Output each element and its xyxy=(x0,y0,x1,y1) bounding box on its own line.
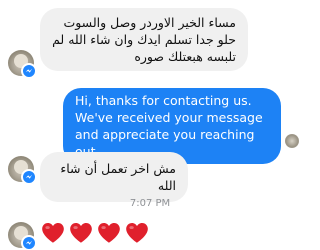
contact-avatar[interactable] xyxy=(8,156,37,185)
messenger-badge-icon xyxy=(21,63,37,79)
messenger-badge-icon xyxy=(21,235,37,250)
red-heart-icon xyxy=(70,223,92,243)
contact-avatar[interactable] xyxy=(8,222,37,250)
message-timestamp: 7:07 PM xyxy=(129,198,171,209)
incoming-message-bubble[interactable]: مساء الخير الاوردر وصل والسوت حلو جدا تس… xyxy=(40,8,248,71)
seen-receipt-avatar xyxy=(285,134,299,148)
red-heart-icon xyxy=(126,223,148,243)
contact-avatar[interactable] xyxy=(8,50,37,79)
message-thread: مساء الخير الاوردر وصل والسوت حلو جدا تس… xyxy=(0,0,300,250)
messenger-badge-icon xyxy=(21,169,37,185)
heart-emoji-message[interactable] xyxy=(40,220,150,246)
incoming-message-bubble[interactable]: مش اخر تعمل أن شاء الله xyxy=(40,152,188,202)
red-heart-icon xyxy=(98,223,120,243)
red-heart-icon xyxy=(42,223,64,243)
